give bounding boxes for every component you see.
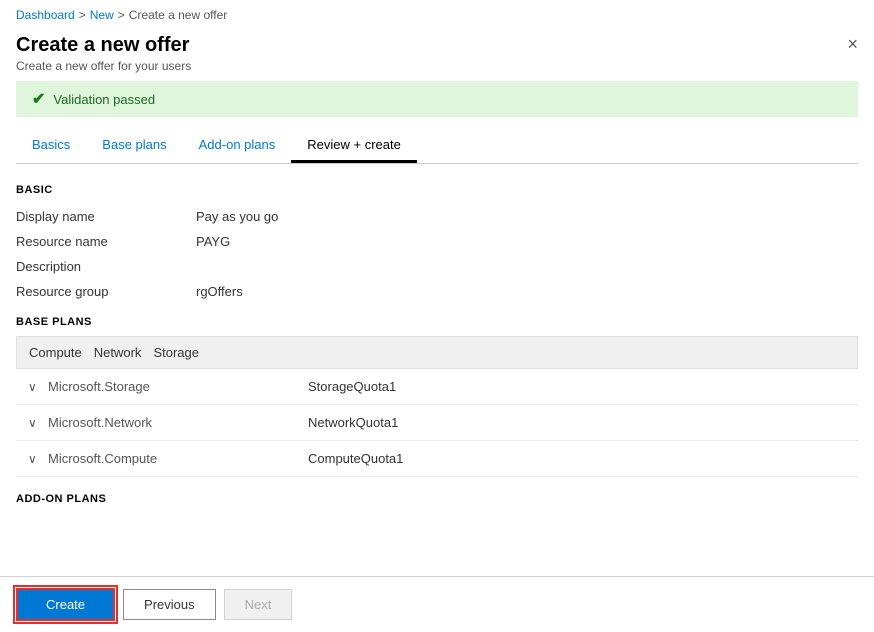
chevron-storage-icon[interactable]: ∨ bbox=[28, 380, 48, 394]
service-name-compute: Microsoft.Compute bbox=[48, 451, 308, 466]
field-display-name: Display name Pay as you go bbox=[16, 204, 858, 229]
label-description: Description bbox=[16, 259, 196, 274]
content-area: BASIC Display name Pay as you go Resourc… bbox=[0, 164, 874, 564]
close-button[interactable]: × bbox=[847, 34, 858, 55]
plan-tab-storage[interactable]: Storage bbox=[153, 345, 199, 360]
check-icon: ✔ bbox=[32, 89, 45, 109]
breadcrumb: Dashboard > New > Create a new offer bbox=[0, 0, 874, 30]
page-subtitle: Create a new offer for your users bbox=[16, 59, 858, 73]
chevron-network-icon[interactable]: ∨ bbox=[28, 416, 48, 430]
base-plans-section: BASE PLANS Compute Network Storage ∨ Mic… bbox=[16, 316, 858, 477]
create-button[interactable]: Create bbox=[16, 588, 115, 621]
label-resource-name: Resource name bbox=[16, 234, 196, 249]
validation-message: Validation passed bbox=[53, 92, 155, 107]
tab-basics[interactable]: Basics bbox=[16, 129, 86, 163]
breadcrumb-current: Create a new offer bbox=[129, 8, 228, 22]
plan-tab-compute[interactable]: Compute bbox=[29, 345, 82, 360]
breadcrumb-dashboard[interactable]: Dashboard bbox=[16, 8, 75, 22]
service-row-network: ∨ Microsoft.Network NetworkQuota1 bbox=[16, 405, 858, 441]
quota-network: NetworkQuota1 bbox=[308, 415, 398, 430]
value-resource-group: rgOffers bbox=[196, 284, 243, 299]
chevron-compute-icon[interactable]: ∨ bbox=[28, 452, 48, 466]
service-row-storage: ∨ Microsoft.Storage StorageQuota1 bbox=[16, 369, 858, 405]
tab-addon-plans[interactable]: Add-on plans bbox=[183, 129, 292, 163]
field-resource-name: Resource name PAYG bbox=[16, 229, 858, 254]
label-display-name: Display name bbox=[16, 209, 196, 224]
next-button: Next bbox=[224, 589, 293, 620]
quota-compute: ComputeQuota1 bbox=[308, 451, 403, 466]
plan-tab-network[interactable]: Network bbox=[94, 345, 142, 360]
quota-storage: StorageQuota1 bbox=[308, 379, 396, 394]
basic-section-label: BASIC bbox=[16, 184, 858, 196]
tab-base-plans[interactable]: Base plans bbox=[86, 129, 182, 163]
validation-banner: ✔ Validation passed bbox=[16, 81, 858, 117]
previous-button[interactable]: Previous bbox=[123, 589, 216, 620]
addon-section: ADD-ON PLANS bbox=[16, 493, 858, 505]
tabs-container: Basics Base plans Add-on plans Review + … bbox=[16, 129, 858, 164]
breadcrumb-new[interactable]: New bbox=[90, 8, 114, 22]
footer: Create Previous Next bbox=[0, 576, 874, 632]
field-resource-group: Resource group rgOffers bbox=[16, 279, 858, 304]
service-row-compute: ∨ Microsoft.Compute ComputeQuota1 bbox=[16, 441, 858, 477]
addon-label: ADD-ON PLANS bbox=[16, 493, 858, 505]
field-description: Description bbox=[16, 254, 858, 279]
value-display-name: Pay as you go bbox=[196, 209, 278, 224]
label-resource-group: Resource group bbox=[16, 284, 196, 299]
page-header: Create a new offer Create a new offer fo… bbox=[0, 30, 874, 81]
base-plans-label: BASE PLANS bbox=[16, 316, 858, 328]
tab-review-create[interactable]: Review + create bbox=[291, 129, 417, 163]
service-name-storage: Microsoft.Storage bbox=[48, 379, 308, 394]
page-title: Create a new offer bbox=[16, 34, 858, 57]
plan-header-row: Compute Network Storage bbox=[16, 336, 858, 369]
value-resource-name: PAYG bbox=[196, 234, 230, 249]
service-name-network: Microsoft.Network bbox=[48, 415, 308, 430]
